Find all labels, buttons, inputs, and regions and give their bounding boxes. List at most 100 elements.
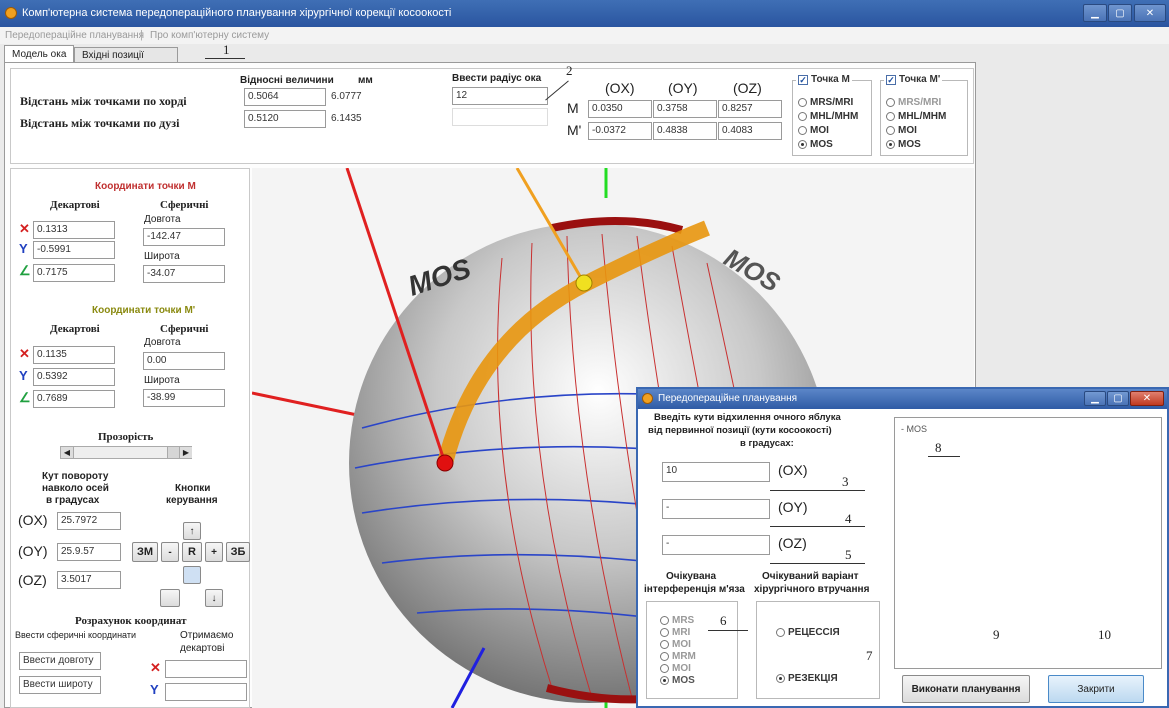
zoom-more-button[interactable]: ЗБ [226, 542, 250, 562]
muscle-option-mri[interactable]: MRI [660, 627, 690, 638]
rotate-mid-button[interactable] [183, 566, 201, 584]
rotate-left-button[interactable] [160, 589, 180, 607]
mp-latitude-label: Широта [144, 375, 180, 386]
coord-header-ox: (OX) [605, 80, 635, 96]
angle-oz-input[interactable]: - [662, 535, 770, 555]
m-option-mos[interactable]: MOS [798, 139, 833, 150]
point-m-label: Точка М [811, 74, 850, 85]
mp-sph-header: Сферичні [160, 323, 209, 335]
angle-ox-input[interactable]: 10 [662, 462, 770, 482]
slider-thumb[interactable] [167, 447, 179, 458]
muscle-option-moi-1[interactable]: MOI [660, 639, 691, 650]
m-ox-field: 0.0350 [588, 100, 652, 118]
close-icon: ✕ [1145, 7, 1155, 19]
z-axis-icon: ∠ [19, 390, 31, 405]
window-title: Комп'ютерна система передопераційного пл… [22, 7, 452, 19]
rot-ox-input[interactable]: 25.7972 [57, 512, 121, 530]
muscle-option-mos-label: MOS [672, 675, 695, 686]
rotate-up-button[interactable]: ↑ [183, 522, 201, 540]
close-icon: ✕ [1142, 393, 1152, 404]
rotate-down-button[interactable]: ↓ [205, 589, 223, 607]
point-m-marker[interactable] [436, 454, 454, 472]
radio-icon [660, 664, 669, 673]
minimize-button[interactable]: ▁ [1083, 4, 1107, 22]
row-label-m-prime: M' [567, 122, 582, 138]
tab-input-positions[interactable]: Вхідні позиції [74, 47, 178, 63]
dialog-app-icon [642, 393, 653, 404]
rot-oz-input[interactable]: 3.5017 [57, 571, 121, 589]
menu-separator: | [140, 29, 143, 41]
input-latitude-field[interactable]: Ввести широту [19, 676, 101, 694]
mp-oz-field: 0.4083 [718, 122, 782, 140]
muscle-option-mos[interactable]: MOS [660, 675, 695, 686]
m-coords-title: Координати точки М [95, 181, 196, 192]
plus-button[interactable]: + [205, 542, 223, 562]
variant-resection[interactable]: РЕЗЕКЦІЯ [776, 673, 838, 684]
dialog-minimize-button[interactable]: ▁ [1084, 391, 1106, 406]
mm-arc-field: 6.1435 [327, 110, 409, 128]
maximize-icon: ▢ [1115, 7, 1125, 19]
dialog-maximize-button[interactable]: ▢ [1107, 391, 1129, 406]
point-mp-label: Точка М' [899, 74, 941, 85]
calc-output-label-1: Отримаємо [180, 630, 234, 641]
rot-oy-input[interactable]: 25.9.57 [57, 543, 121, 561]
mp-option-moi-label: MOI [898, 125, 917, 136]
dialog-close-button[interactable]: ✕ [1130, 391, 1164, 406]
m-z-field: 0.7175 [33, 264, 115, 282]
y-axis-icon: Y [19, 241, 28, 256]
close-button[interactable]: ✕ [1134, 4, 1166, 22]
annotation-3-line [770, 490, 865, 491]
slider-left-arrow-icon[interactable]: ◀ [61, 447, 74, 458]
muscle-option-moi-2[interactable]: MOI [660, 663, 691, 674]
point-mp-checkbox[interactable]: ✓ Точка М' [884, 74, 943, 85]
mp-x-field: 0.1135 [33, 346, 115, 364]
transparency-slider[interactable]: ◀ ▶ [60, 446, 192, 459]
check-icon: ✓ [886, 74, 896, 85]
variant-title-1: Очікуваний варіант [762, 571, 859, 582]
relative-arc-field[interactable]: 0.5120 [244, 110, 326, 128]
variant-recession-label: РЕЦЕССІЯ [788, 627, 840, 638]
mp-option-mhl[interactable]: MHL/MHM [886, 111, 946, 122]
tab-model[interactable]: Модель ока [4, 45, 74, 63]
mp-option-mos[interactable]: MOS [886, 139, 921, 150]
angle-oy-input[interactable]: - [662, 499, 770, 519]
m-option-mrs[interactable]: MRS/MRI [798, 97, 853, 108]
point-m-checkbox[interactable]: ✓ Точка М [796, 74, 852, 85]
point-mp-marker[interactable] [575, 274, 593, 292]
close-dialog-button[interactable]: Закрити [1048, 675, 1144, 703]
mp-longitude-label: Довгота [144, 337, 181, 348]
rotation-title-3: в градусах [46, 495, 100, 506]
mp-option-moi[interactable]: MOI [886, 125, 917, 136]
main-title-bar: Комп'ютерна система передопераційного пл… [0, 0, 1169, 27]
mp-cart-header: Декартові [50, 323, 100, 335]
mp-option-mrs[interactable]: MRS/MRI [886, 97, 941, 108]
relative-chord-field[interactable]: 0.5064 [244, 88, 326, 106]
input-longitude-field[interactable]: Ввести довготу [19, 652, 101, 670]
annotation-6-line [708, 630, 748, 631]
annotation-6: 6 [720, 613, 727, 628]
variant-recession[interactable]: РЕЦЕССІЯ [776, 627, 840, 638]
execute-planning-button[interactable]: Виконати планування [902, 675, 1030, 703]
muscle-option-mrs[interactable]: MRS [660, 615, 694, 626]
m-option-moi[interactable]: MOI [798, 125, 829, 136]
m-option-mhl[interactable]: MHL/MHM [798, 111, 858, 122]
radius-input[interactable]: 12 [452, 87, 548, 105]
radio-icon [660, 640, 669, 649]
angle-oy-label: (OY) [778, 499, 808, 515]
slider-right-arrow-icon[interactable]: ▶ [179, 447, 192, 458]
menu-item-about[interactable]: Про комп'ютерну систему [150, 30, 269, 41]
maximize-icon: ▢ [1113, 393, 1123, 404]
reset-button[interactable]: R [182, 542, 202, 562]
muscle-title-2: інтерференція м'яза [644, 584, 745, 595]
x-axis-icon: ✕ [19, 346, 30, 361]
dialog-prompt-2: від первинної позиції (кути косоокості) [648, 425, 832, 436]
muscle-option-mri-label: MRI [672, 627, 691, 638]
x-axis-icon: ✕ [150, 660, 161, 675]
m-x-field: 0.1313 [33, 221, 115, 239]
zoom-less-button[interactable]: ЗМ [132, 542, 158, 562]
radio-icon [660, 652, 669, 661]
maximize-button[interactable]: ▢ [1108, 4, 1132, 22]
muscle-option-mrm[interactable]: MRM [660, 651, 696, 662]
menu-item-planning[interactable]: Передопераційне планування [5, 30, 144, 41]
minus-button[interactable]: - [161, 542, 179, 562]
